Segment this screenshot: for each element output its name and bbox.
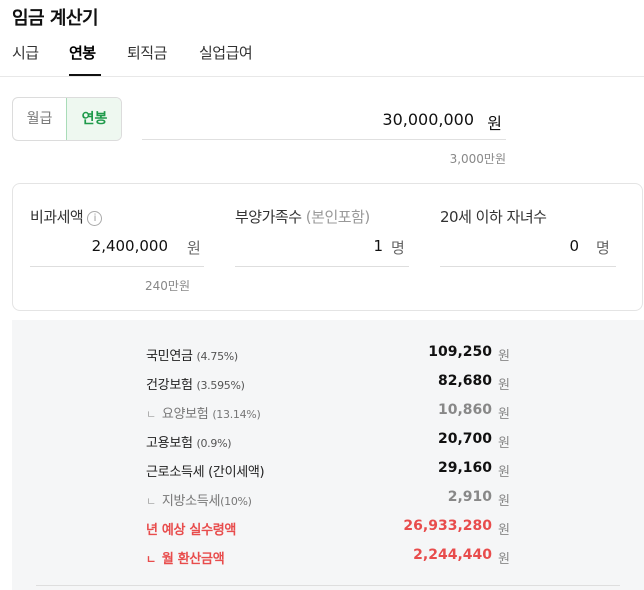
result-unit: 원 [498, 378, 510, 393]
nontax-label-group: 비과세액 i [30, 206, 103, 227]
nontax-label: 비과세액 [30, 208, 84, 226]
result-row-income-tax: 근로소득세 (간이세액) 29,160 원 [12, 459, 644, 480]
result-row-health-insurance: 건강보험 (3.595%) 82,680 원 [12, 372, 644, 393]
result-value: 2,244,440 [413, 547, 492, 563]
info-icon[interactable]: i [87, 211, 103, 226]
children-underline [440, 266, 616, 267]
result-label: 국민연금 (4.75%) [146, 349, 238, 364]
result-unit: 원 [498, 552, 510, 567]
result-label: ㄴ 지방소득세(10%) [146, 494, 252, 509]
result-row-monthly-net-pay: ㄴ월 환산금액 2,244,440 원 [12, 546, 644, 567]
pay-period-toggle: 월급 연봉 [12, 97, 122, 141]
dependents-label-group: 부양가족수 (본인포함) [235, 206, 370, 227]
result-value: 29,160 [437, 460, 492, 476]
result-value: 10,860 [437, 402, 492, 418]
result-value: 20,700 [437, 431, 492, 447]
children-label: 20세 이하 자녀수 [440, 208, 547, 226]
result-row-local-income-tax: ㄴ 지방소득세(10%) 2,910 원 [12, 488, 644, 509]
children-label-group: 20세 이하 자녀수 [440, 206, 547, 227]
salary-value[interactable]: 30,000,000 [382, 110, 474, 129]
dependents-input[interactable]: 1 [373, 237, 383, 255]
salary-hint: 3,000만원 [449, 152, 506, 166]
nontax-underline [30, 266, 204, 267]
tab-hourly[interactable]: 시급 [12, 42, 39, 63]
result-unit: 원 [498, 465, 510, 480]
result-row-national-pension: 국민연금 (4.75%) 109,250 원 [12, 343, 644, 364]
result-value: 26,933,280 [403, 518, 492, 534]
nontax-input[interactable]: 2,400,000 [92, 237, 168, 255]
result-label: ㄴ 요양보험 (13.14%) [146, 407, 261, 422]
results-divider [36, 585, 620, 586]
yearly-toggle-button[interactable]: 연봉 [66, 98, 121, 140]
result-unit: 원 [498, 407, 510, 422]
nontax-hint: 240만원 [145, 279, 190, 293]
result-row-care-insurance: ㄴ 요양보험 (13.14%) 10,860 원 [12, 401, 644, 422]
result-label: 고용보험 (0.9%) [146, 436, 232, 451]
nontax-unit: 원 [187, 239, 201, 257]
monthly-toggle-button[interactable]: 월급 [13, 98, 66, 140]
salary-unit: 원 [487, 114, 502, 133]
dependents-label-sub: (본인포함) [305, 208, 370, 226]
result-label: 년 예상 실수령액 [146, 523, 237, 538]
result-label: ㄴ월 환산금액 [146, 552, 225, 567]
dependents-underline [235, 266, 409, 267]
result-row-annual-net-pay: 년 예상 실수령액 26,933,280 원 [12, 517, 644, 538]
dependents-unit: 명 [391, 239, 405, 257]
result-value: 109,250 [428, 344, 492, 360]
results-panel: 국민연금 (4.75%) 109,250 원 건강보험 (3.595%) 82,… [12, 320, 644, 590]
result-label: 근로소득세 (간이세액) [146, 465, 265, 480]
salary-input[interactable]: 30,000,000 원 [142, 104, 506, 140]
result-unit: 원 [498, 494, 510, 509]
tab-severance[interactable]: 퇴직금 [127, 42, 167, 63]
result-value: 2,910 [447, 489, 492, 505]
tab-unemployment[interactable]: 실업급여 [199, 42, 253, 63]
active-tab-indicator [69, 74, 101, 76]
result-label: 건강보험 (3.595%) [146, 378, 245, 393]
children-input[interactable]: 0 [569, 237, 579, 255]
calculator-tabs: 시급 연봉 퇴직금 실업급여 [0, 40, 644, 77]
page-title: 임금 계산기 [12, 8, 99, 29]
dependents-label: 부양가족수 [235, 208, 302, 226]
children-unit: 명 [596, 239, 610, 257]
result-row-employment-insurance: 고용보험 (0.9%) 20,700 원 [12, 430, 644, 451]
deduction-settings-card: 비과세액 i 2,400,000 원 240만원 부양가족수 (본인포함) 1 명… [12, 183, 643, 311]
result-unit: 원 [498, 436, 510, 451]
result-unit: 원 [498, 523, 510, 538]
result-unit: 원 [498, 349, 510, 364]
result-value: 82,680 [437, 373, 492, 389]
tab-yearly[interactable]: 연봉 [69, 42, 96, 63]
